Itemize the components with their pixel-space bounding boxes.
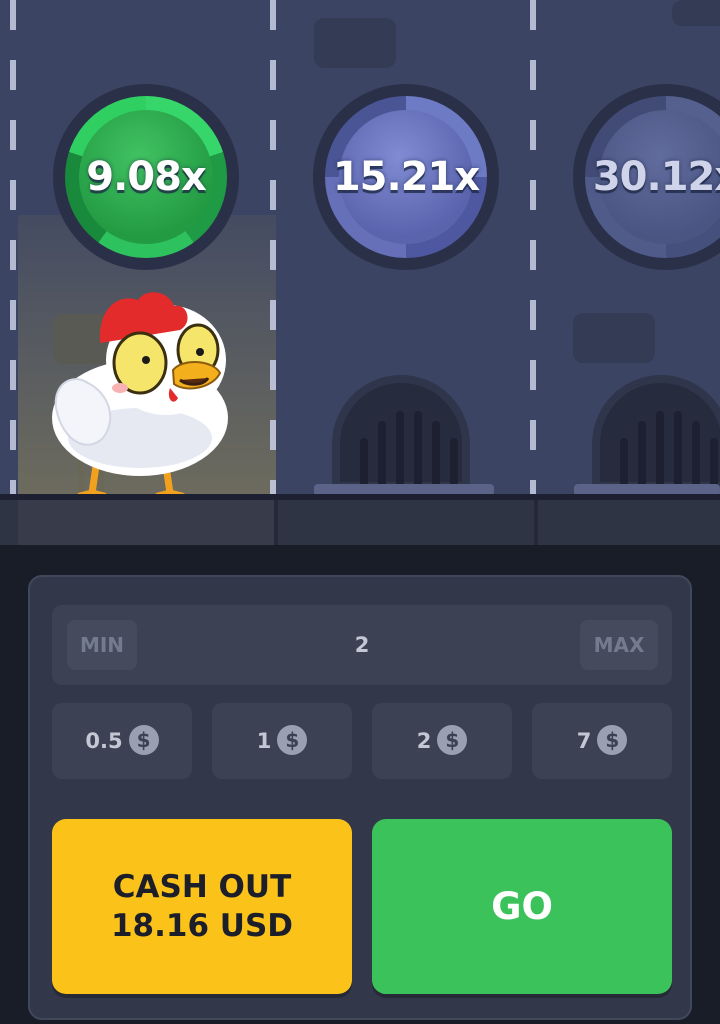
game-scene: 9.08x 15.21x 30.12x [0,0,720,545]
quick-bet-value: 2 [416,729,432,753]
multiplier-value: 9.08x [86,154,207,200]
min-bet-button[interactable]: MIN [67,620,137,670]
dollar-coin-icon: $ [277,725,308,755]
bet-amount-input[interactable]: 2 [162,605,562,685]
quick-bet-value: 7 [576,729,592,753]
dollar-coin-icon: $ [128,725,159,755]
bet-control-panel: MIN 2 MAX 0.5 $ 1 $ 2 $ 7 $ CASH OUT 18.16 U… [28,575,692,1020]
floor-divider [534,500,538,545]
manhole-grate-icon [582,375,720,493]
cash-out-amount: 18.16 USD [110,907,294,944]
wall-brick [573,313,655,363]
quick-bet-button[interactable]: 1 $ [212,703,352,779]
wall-brick [672,0,720,26]
quick-bet-value: 0.5 [85,729,123,753]
lane-divider [530,0,536,500]
lane-divider [270,0,276,500]
cash-out-button[interactable]: CASH OUT 18.16 USD [52,819,352,994]
wall-brick [314,18,396,68]
multiplier-coin-next[interactable]: 15.21x [313,84,499,270]
quick-bet-value: 1 [256,729,272,753]
chicken-character-icon [52,292,228,498]
multiplier-value: 30.12x [592,154,720,200]
bet-amount-row: MIN 2 MAX [52,605,672,685]
floor-lit-segment [18,500,276,545]
cash-out-label: CASH OUT [112,868,292,905]
dollar-coin-icon: $ [597,725,628,755]
lane-divider [10,0,16,500]
go-button[interactable]: GO [372,819,672,994]
floor-divider [274,500,278,545]
multiplier-coin-active: 9.08x [53,84,239,270]
dollar-coin-icon: $ [437,725,468,755]
quick-bet-button[interactable]: 2 $ [372,703,512,779]
multiplier-coin-locked: 30.12x [573,84,720,270]
quick-bet-button[interactable]: 0.5 $ [52,703,192,779]
quick-bet-button[interactable]: 7 $ [532,703,672,779]
multiplier-value: 15.21x [332,154,480,200]
max-bet-button[interactable]: MAX [580,620,658,670]
manhole-grate-icon [322,375,480,493]
